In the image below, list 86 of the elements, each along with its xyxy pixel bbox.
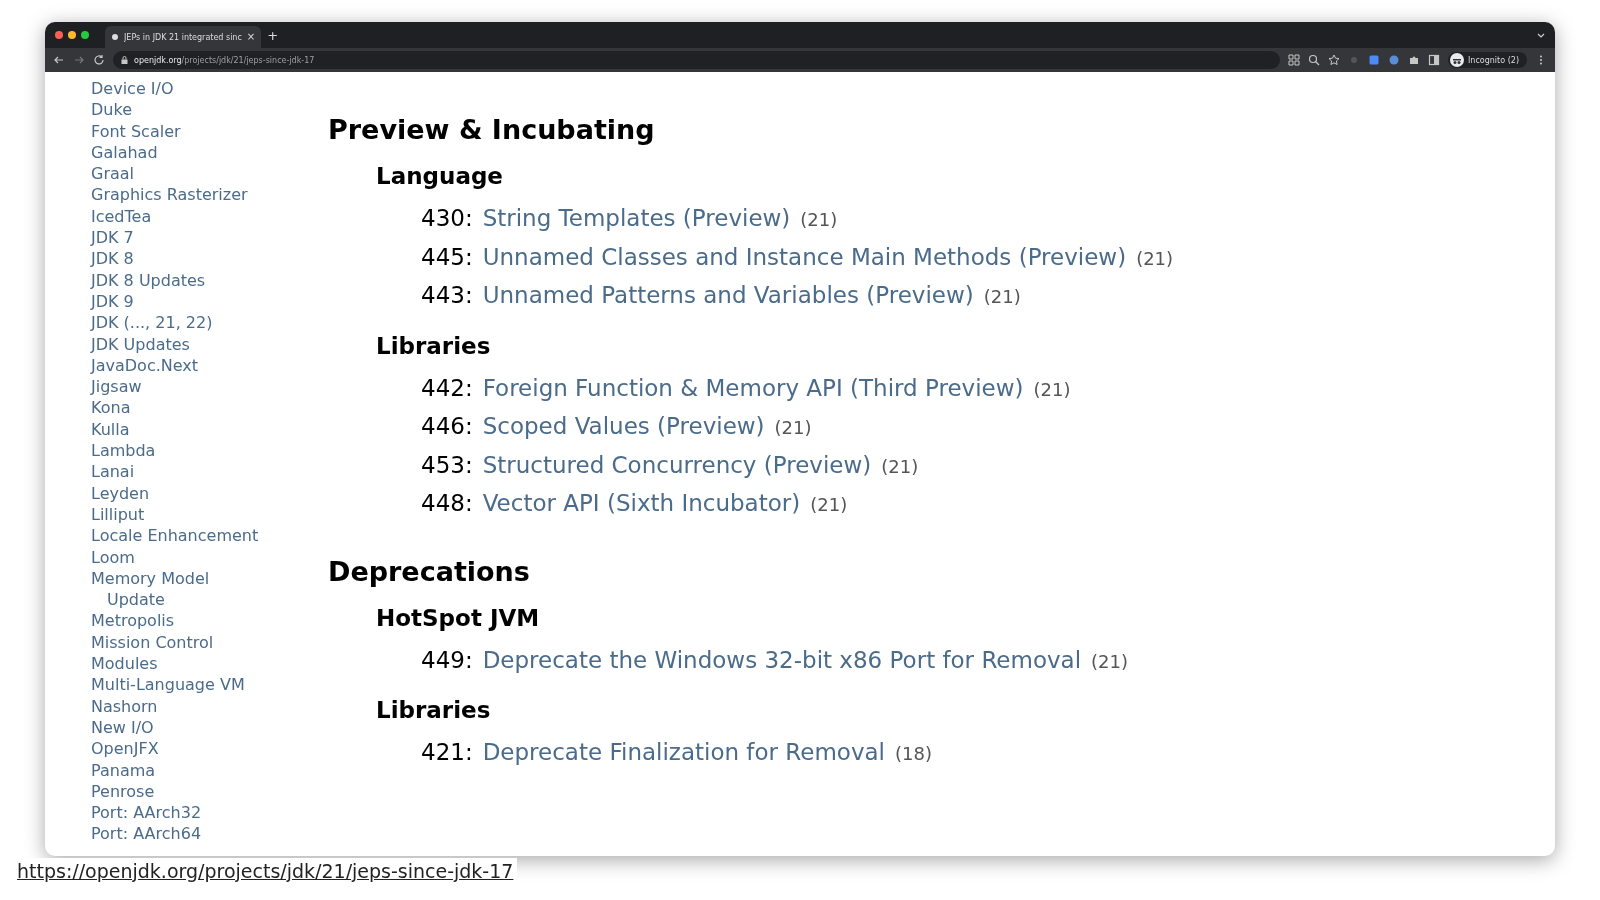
sidebar-link[interactable]: JDK 9	[91, 290, 134, 313]
subsection-heading: Libraries	[376, 331, 491, 361]
sidebar-link[interactable]: JDK Updates	[91, 333, 190, 355]
release-number: (21)	[774, 416, 812, 440]
browser-tab[interactable]: JEPs in JDK 21 integrated sinc ×	[105, 26, 262, 48]
sidebar-link[interactable]: Mission Control	[91, 631, 214, 653]
new-tab-button[interactable]: +	[267, 28, 279, 42]
jep-number: 430:	[421, 204, 473, 233]
star-icon[interactable]	[1328, 54, 1340, 66]
jep-link[interactable]: Deprecate the Windows 32-bit x86 Port for Removal	[482, 641, 1082, 678]
sidebar-link[interactable]: Nashorn	[91, 695, 158, 717]
jep-number: 442:	[421, 373, 473, 403]
jep-link[interactable]: String Templates (Preview)	[482, 200, 791, 237]
subsection-heading: HotSpot JVM	[376, 603, 540, 633]
sidebar-link[interactable]: Multi-Language VM	[91, 674, 245, 696]
jep-link[interactable]: Unnamed Patterns and Variables (Preview)	[482, 277, 974, 314]
jep-link[interactable]: Unnamed Classes and Instance Main Methods (Preview)	[482, 238, 1127, 275]
favicon-icon	[111, 33, 119, 41]
sidebar-link[interactable]: Penrose	[91, 780, 155, 803]
sidebar-link[interactable]: JDK (..., 21, 22)	[91, 312, 213, 334]
jep-number: 445:	[421, 242, 473, 272]
jep-number: 421:	[421, 738, 473, 767]
sidebar-link[interactable]: Lanai	[91, 461, 135, 483]
sidebar-link[interactable]: Jigsaw	[91, 376, 142, 398]
release-number: (21)	[983, 285, 1021, 309]
jep-link[interactable]: Vector API (Sixth Incubator)	[482, 485, 801, 522]
jep-link[interactable]: Deprecate Finalization for Removal	[482, 734, 885, 771]
sidebar-link[interactable]: JDK 7	[91, 227, 134, 249]
close-window-button[interactable]	[55, 31, 63, 39]
profile-button[interactable]: Incognito (2)	[1448, 52, 1527, 68]
sidebar-link[interactable]: Lambda	[91, 440, 156, 462]
release-number: (21)	[1033, 377, 1071, 402]
jep-number: 449:	[421, 645, 473, 675]
jep-link[interactable]: Foreign Function & Memory API (Third Preview)	[482, 369, 1024, 406]
release-number: (21)	[800, 208, 838, 232]
release-number: (18)	[895, 742, 932, 766]
sidebar-link[interactable]: Port: AArch32	[91, 802, 202, 824]
release-number: (21)	[810, 493, 848, 517]
jep-link[interactable]: Scoped Values (Preview)	[482, 408, 765, 445]
sidebar-link[interactable]: Leyden	[91, 482, 150, 504]
sidebar-link[interactable]: Device I/O	[91, 78, 174, 100]
sidebar-link[interactable]: Loom	[91, 546, 135, 568]
release-number: (21)	[881, 454, 919, 479]
sidebar-link[interactable]: Duke	[91, 99, 132, 121]
sidebar-link[interactable]: JDK 8 Updates	[91, 269, 206, 291]
sidebar-link[interactable]: JDK 8	[91, 248, 134, 270]
sidebar-link[interactable]: Metropolis	[91, 610, 175, 632]
subsection-heading: Language	[376, 162, 503, 191]
forward-icon[interactable]	[73, 54, 85, 66]
sidebar-link[interactable]: Panama	[91, 759, 156, 781]
sidebar-link[interactable]: Modules	[91, 653, 158, 675]
zoom-icon[interactable]	[1308, 54, 1320, 66]
release-number: (21)	[1136, 246, 1174, 271]
jep-number: 446:	[421, 412, 473, 441]
sidebar-link[interactable]: Kulla	[91, 418, 130, 441]
section-heading: Deprecations	[328, 554, 530, 589]
sidebar-link[interactable]: Font Scaler	[91, 120, 181, 142]
incognito-icon	[1450, 53, 1464, 67]
sidebar-link[interactable]: Lilliput	[91, 503, 145, 526]
side-panel-icon[interactable]	[1428, 54, 1440, 66]
sidebar-link[interactable]: IcedTea	[91, 205, 152, 228]
reload-icon[interactable]	[93, 54, 105, 66]
sidebar-link[interactable]: New I/O	[91, 716, 154, 739]
subsection-heading: Libraries	[376, 696, 491, 725]
chevron-down-icon[interactable]	[1537, 31, 1545, 39]
sidebar-link[interactable]: OpenJFX	[91, 738, 159, 760]
sidebar-link[interactable]: Galahad	[91, 141, 158, 164]
close-tab-button[interactable]: ×	[246, 32, 256, 42]
minimize-button[interactable]	[68, 31, 76, 39]
back-icon[interactable]	[53, 54, 65, 66]
sidebar-link[interactable]: Memory Model Update	[91, 567, 237, 611]
section-heading: Preview & Incubating	[328, 113, 655, 147]
jep-number: 443:	[421, 281, 473, 310]
sidebar-link[interactable]: Graal	[91, 163, 135, 185]
sidebar-link[interactable]: Graphics Rasterizer	[91, 184, 248, 206]
sidebar-link[interactable]: Kona	[91, 397, 131, 419]
jep-link[interactable]: Structured Concurrency (Preview)	[482, 446, 872, 483]
sidebar-link[interactable]: Port: AArch64	[91, 823, 202, 845]
jep-number: 453:	[421, 450, 473, 480]
sidebar-link[interactable]: JavaDoc.Next	[91, 354, 199, 377]
release-number: (21)	[1091, 649, 1128, 674]
jep-number: 448:	[421, 489, 473, 518]
address-bar[interactable]: openjdk.org/projects/jdk/21/jeps-since-jdk-17	[113, 51, 1280, 69]
lock-icon	[121, 56, 128, 64]
sidebar-link[interactable]: Locale Enhancement	[91, 525, 259, 547]
maximize-button[interactable]	[81, 31, 89, 39]
